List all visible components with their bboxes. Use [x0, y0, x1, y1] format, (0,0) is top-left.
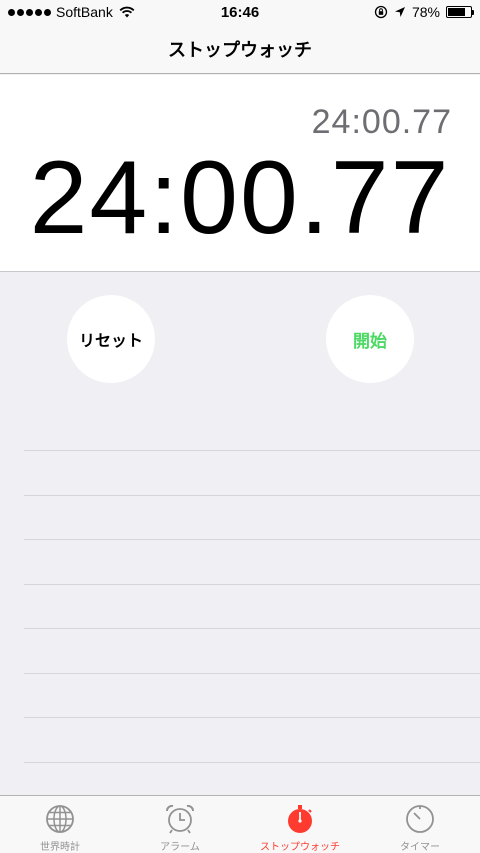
- location-arrow-icon: [394, 7, 405, 17]
- main-time: 24:00.77: [29, 140, 451, 256]
- tab-world-clock[interactable]: 世界時計: [0, 796, 120, 853]
- list-item: [24, 628, 480, 673]
- list-item: [24, 672, 480, 718]
- status-bar: SoftBank 16:46 78%: [0, 0, 480, 26]
- alarm-clock-icon: [166, 804, 194, 834]
- timer-icon: [406, 805, 434, 833]
- start-button[interactable]: 開始: [326, 295, 414, 383]
- tab-label: ストップウォッチ: [260, 842, 340, 853]
- lap-list: [24, 450, 480, 806]
- tab-label: タイマー: [400, 842, 440, 853]
- status-right: 78%: [374, 4, 474, 20]
- battery-percent: 78%: [411, 4, 440, 20]
- lap-time: 24:00.77: [311, 103, 452, 141]
- list-item: [24, 583, 480, 629]
- page-title: ストップウォッチ: [168, 40, 312, 61]
- globe-icon: [46, 805, 74, 833]
- list-item: [24, 539, 480, 584]
- battery-icon: [446, 6, 474, 18]
- tab-bar: 世界時計 アラーム ストップウォッチ タイマー: [0, 795, 480, 853]
- list-item: [24, 450, 480, 495]
- reset-button[interactable]: リセット: [67, 295, 155, 383]
- navigation-bar: ストップウォッチ: [0, 26, 480, 74]
- tab-timer[interactable]: タイマー: [360, 796, 480, 853]
- tab-label: 世界時計: [40, 842, 80, 853]
- list-item: [24, 494, 480, 540]
- rotation-lock-icon: [374, 5, 388, 19]
- timer-display: 24:00.77 24:00.77: [0, 75, 480, 272]
- stopwatch-icon: [288, 805, 312, 833]
- tab-label: アラーム: [160, 842, 200, 853]
- battery-fill: [448, 8, 466, 16]
- tab-stopwatch[interactable]: ストップウォッチ: [240, 796, 360, 853]
- list-item: [24, 717, 480, 762]
- tab-alarm[interactable]: アラーム: [120, 796, 240, 853]
